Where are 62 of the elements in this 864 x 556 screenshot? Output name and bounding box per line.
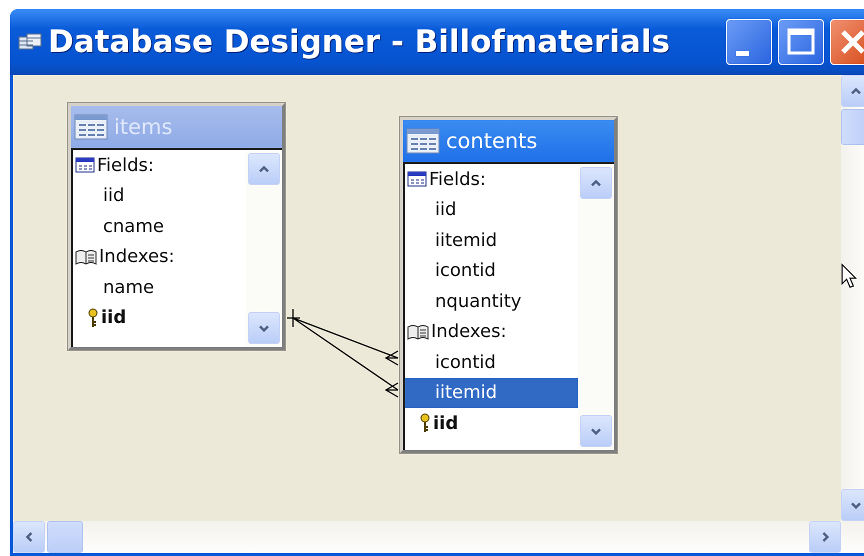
scroll-down-button[interactable]	[841, 489, 864, 521]
list-item-text: cname	[103, 216, 164, 237]
book-icon	[407, 322, 429, 341]
list-item[interactable]: icontid	[405, 256, 578, 286]
list-item-text: iitemid	[435, 382, 498, 404]
scroll-up-button[interactable]	[841, 75, 864, 107]
table-icon	[406, 128, 440, 154]
list-item-text: Indexes:	[431, 321, 507, 342]
list-item[interactable]: iid	[405, 194, 578, 225]
list-item-text: icontid	[435, 352, 496, 373]
list-item[interactable]: Indexes:	[405, 316, 578, 347]
table-window[interactable]: contents Fields: iid iitemid icontid nquantity Indexes: icontid iitemid iid	[400, 117, 617, 453]
fields-icon	[407, 170, 427, 188]
table-window[interactable]: items Fields: iid cname Indexes: name iid	[68, 103, 285, 350]
list-item[interactable]: iitemid	[405, 225, 578, 256]
minimize-icon	[736, 50, 748, 56]
close-button[interactable]	[830, 19, 864, 65]
list-item[interactable]: name	[73, 272, 246, 302]
key-icon	[87, 308, 99, 328]
list-item-text: iid	[101, 307, 126, 328]
scroll-up-button[interactable]	[248, 153, 280, 185]
list-item[interactable]: nquantity	[405, 286, 578, 316]
list-item-text: iid	[103, 185, 124, 206]
list-item[interactable]: iid	[405, 408, 578, 438]
list-item[interactable]: Fields:	[73, 150, 246, 180]
list-item-text: name	[103, 276, 154, 298]
horizontal-scrollbar[interactable]	[13, 521, 864, 553]
scroll-down-button[interactable]	[248, 312, 280, 344]
list-item-text: nquantity	[435, 290, 522, 312]
list-item-text: iid	[433, 412, 458, 434]
scroll-thumb[interactable]	[841, 109, 864, 145]
book-icon	[75, 248, 97, 266]
table-header[interactable]: contents	[403, 120, 614, 164]
scroll-left-button[interactable]	[13, 521, 45, 553]
list-item[interactable]: iitemid	[405, 378, 578, 408]
list-item-text: iid	[435, 199, 456, 220]
table-name: items	[114, 115, 172, 139]
table-name: contents	[446, 129, 538, 153]
table-icon	[74, 114, 108, 140]
mouse-pointer-icon	[841, 263, 859, 291]
database-icon	[18, 32, 42, 52]
list-item[interactable]: Fields:	[405, 164, 578, 194]
vertical-scrollbar[interactable]	[841, 75, 864, 521]
scroll-down-button[interactable]	[580, 415, 612, 447]
fields-icon	[75, 156, 95, 174]
maximize-button[interactable]	[778, 19, 824, 65]
list-item[interactable]: Indexes:	[73, 242, 246, 272]
list-item[interactable]: iid	[73, 180, 246, 211]
window-title: Database Designer - Billofmaterials	[48, 24, 671, 60]
minimize-button[interactable]	[726, 19, 772, 65]
scroll-right-button[interactable]	[809, 521, 841, 553]
scroll-thumb[interactable]	[47, 521, 83, 553]
list-item-text: Fields:	[97, 154, 154, 176]
list-item-text: Indexes:	[99, 246, 175, 268]
list-item-text: Fields:	[429, 168, 486, 190]
list-item[interactable]: cname	[73, 211, 246, 242]
scroll-up-button[interactable]	[580, 167, 612, 199]
key-icon	[419, 413, 431, 434]
list-item-text: icontid	[435, 260, 496, 282]
list-item-text: iitemid	[435, 230, 498, 251]
list-item[interactable]: icontid	[405, 347, 578, 378]
list-item[interactable]: iid	[73, 302, 246, 333]
